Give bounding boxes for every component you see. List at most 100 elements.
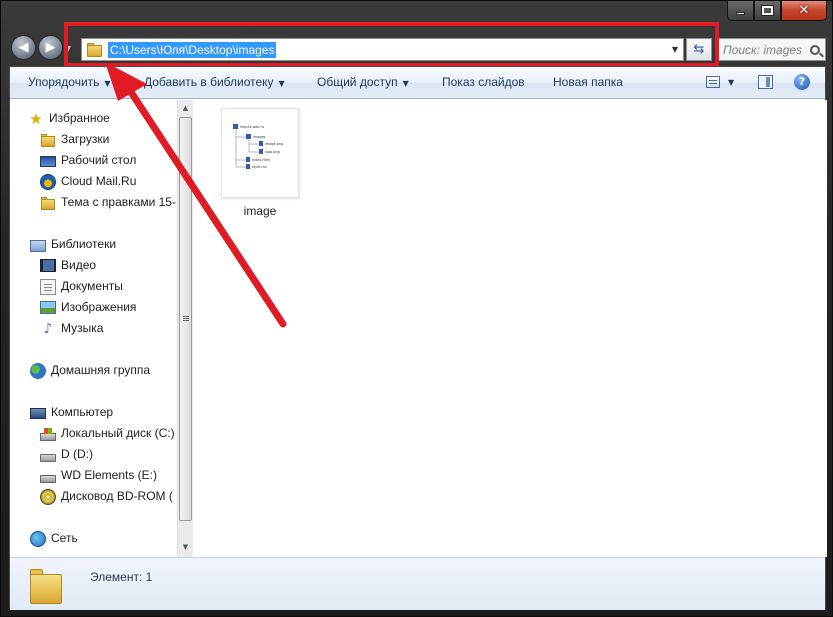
tree-node-label: image.png [265,142,283,146]
star-icon: ★ [29,109,43,128]
sidebar-item-video[interactable]: Видео [40,256,96,275]
sidebar-item-label: Видео [61,258,97,272]
tree-node-label: logo.png [265,150,280,154]
sidebar-item-label: Рабочий стол [61,153,137,167]
view-options-icon[interactable] [706,76,720,88]
chevron-down-icon: ▼ [278,79,285,88]
sidebar-item-pictures[interactable]: Изображения [40,298,136,317]
view-dropdown-icon[interactable]: ▼ [728,67,734,98]
close-button[interactable]: ✕ [781,1,827,21]
navigation-pane: ★ Избранное Загрузки Рабочий стол Cloud M… [10,100,193,557]
documents-library-icon [40,278,56,295]
sidebar-item-libraries[interactable]: Библиотеки [30,235,116,254]
add-to-library-label: Добавить в библиотеку [144,75,274,89]
add-to-library-button[interactable]: Добавить в библиотеку ▼ [144,67,285,98]
scroll-up-icon[interactable]: ▲ [178,101,193,116]
drive-icon [40,474,56,483]
explorer-window: ✕ ◀ ▶ ▼ C:\Users\Юля\Desktop\images ▼ ⇆ … [0,0,833,617]
minimize-icon [736,12,745,15]
maximize-icon [761,5,774,16]
sidebar-item-label: Локальный диск (C:) [61,426,175,440]
folder-icon [40,195,56,211]
chevron-down-icon: ▼ [104,79,111,88]
homegroup-icon [30,362,46,379]
search-icon [810,44,820,55]
share-button[interactable]: Общий доступ ▼ [317,67,409,98]
sidebar-item-label: Тема с правками 15- [61,195,176,209]
folder-icon [28,566,66,606]
tree-node-label: index.html [252,158,270,162]
sidebar-item-label: Дисковод BD-ROM ( [61,489,173,503]
navigation-row: ◀ ▶ ▼ C:\Users\Юля\Desktop\images ▼ ⇆ По… [9,22,826,67]
music-library-icon: ♪ [43,320,53,337]
grip-icon [183,316,189,317]
details-pane: Элемент: 1 [10,557,825,610]
navigation-scrollbar[interactable]: ▲ ▼ [177,100,193,557]
file-list[interactable]: impuls-web.ru images image.png logo.png … [194,100,827,557]
sidebar-item-documents[interactable]: Документы [40,277,123,296]
sidebar-item-label: Компьютер [51,405,114,419]
pictures-library-icon [40,301,56,314]
scrollbar-thumb[interactable] [179,117,192,521]
network-icon [30,530,46,547]
organize-button[interactable]: Упорядочить ▼ [28,67,111,98]
scroll-down-icon[interactable]: ▼ [178,540,193,555]
window-controls: ✕ [727,1,827,21]
sidebar-item-label: Cloud Mail.Ru [61,174,137,188]
tree-node-label: impuls-web.ru [240,125,264,129]
sidebar-item-drive-c[interactable]: Локальный диск (C:) [40,424,175,443]
file-thumbnail[interactable]: impuls-web.ru images image.png logo.png … [221,108,299,198]
back-arrow-icon: ◀ [18,40,29,55]
downloads-folder-icon [40,132,56,148]
chevron-down-icon: ▼ [402,79,409,88]
sidebar-item-label: D (D:) [61,447,93,461]
sidebar-item-label: Сеть [51,531,78,545]
maximize-button[interactable] [754,1,781,21]
new-folder-button[interactable]: Новая папка [553,67,623,98]
help-icon[interactable]: ? [794,74,810,90]
sidebar-item-desktop[interactable]: Рабочий стол [40,151,136,170]
close-icon: ✕ [798,3,810,18]
address-highlight-box [64,22,719,67]
cloud-mail-icon [40,173,56,190]
preview-pane-icon[interactable] [758,75,773,89]
sidebar-item-network[interactable]: Сеть [30,529,78,548]
sidebar-item-label: Музыка [61,321,104,335]
local-disk-icon [40,427,56,441]
command-bar: Упорядочить ▼ Добавить в библиотеку ▼ Общи… [10,67,825,99]
sidebar-item-cloud-mail[interactable]: Cloud Mail.Ru [40,172,136,191]
sidebar-item-label: WD Elements (E:) [61,468,158,482]
item-count: Элемент: 1 [90,570,153,584]
sidebar-item-label: Загрузки [61,132,110,146]
sidebar-item-drive-d[interactable]: D (D:) [40,445,93,464]
client-area: Упорядочить ▼ Добавить в библиотеку ▼ Общи… [9,66,827,610]
back-button[interactable]: ◀ [11,35,36,60]
sidebar-item-music[interactable]: ♪ Музыка [40,319,104,338]
sidebar-item-label: Изображения [61,300,137,314]
sidebar-item-drive-e[interactable]: WD Elements (E:) [40,466,157,485]
sidebar-item-computer[interactable]: Компьютер [30,403,113,422]
forward-button[interactable]: ▶ [38,35,63,60]
sidebar-item-favorites[interactable]: ★ Избранное [28,109,110,128]
tree-node-label: images [253,135,266,139]
new-folder-label: Новая папка [553,75,623,89]
sidebar-item-label: Документы [61,279,123,293]
sidebar-item-theme-folder[interactable]: Тема с правками 15- [40,193,176,212]
desktop-icon [40,156,56,167]
sidebar-item-bd-rom[interactable]: Дисковод BD-ROM ( [40,487,173,506]
slideshow-label: Показ слайдов [442,75,525,89]
bd-rom-icon [40,488,56,505]
forward-arrow-icon: ▶ [45,40,56,55]
search-placeholder: Поиск: images [723,42,803,57]
folder-tree-preview: impuls-web.ru images image.png logo.png … [233,124,283,169]
file-name[interactable]: image [221,204,299,218]
sidebar-item-label: Избранное [49,111,110,125]
computer-icon [30,407,46,419]
sidebar-item-homegroup[interactable]: Домашняя группа [30,361,150,380]
share-label: Общий доступ [317,75,398,89]
slideshow-button[interactable]: Показ слайдов [442,67,525,98]
libraries-icon [30,239,46,252]
sidebar-item-downloads[interactable]: Загрузки [40,130,109,149]
search-input[interactable]: Поиск: images [716,38,826,61]
minimize-button[interactable] [727,1,754,21]
